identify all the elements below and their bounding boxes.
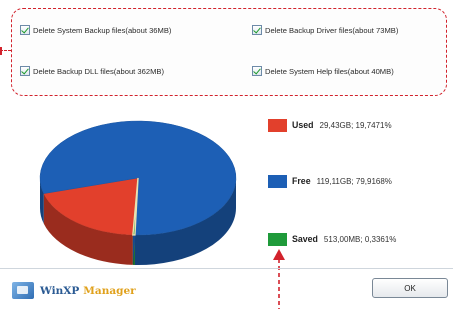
checkbox-checked-icon[interactable] (20, 66, 30, 76)
app-logo-icon (12, 282, 34, 299)
legend-swatch-used (268, 118, 287, 132)
legend-value: 119,11GB; 79,9168% (316, 176, 392, 186)
option-delete-system-help[interactable]: Delete System Help files(about 40MB) (252, 64, 394, 78)
legend-value: 29,43GB; 19,7471% (319, 120, 392, 130)
legend-item-saved: Saved 513,00MB; 0,3361% (268, 232, 396, 246)
legend-item-free: Free 119,11GB; 79,9168% (268, 174, 392, 188)
disk-usage-pie-chart (39, 120, 237, 265)
legend-name: Used (292, 120, 314, 130)
legend-swatch-free (268, 174, 287, 188)
option-label: Delete System Backup files(about 36MB) (33, 25, 172, 35)
legend-value: 513,00MB; 0,3361% (323, 234, 397, 244)
option-delete-backup-dll[interactable]: Delete Backup DLL files(about 362MB) (20, 64, 164, 78)
option-label: Delete Backup DLL files(about 362MB) (33, 66, 164, 76)
option-delete-system-backup[interactable]: Delete System Backup files(about 36MB) (20, 23, 171, 37)
winxp-manager-logo: WinXP Manager (12, 282, 136, 299)
cleanup-options-panel: Delete System Backup files(about 36MB) D… (11, 8, 447, 96)
option-label: Delete System Help files(about 40MB) (265, 66, 394, 76)
legend-name: Free (292, 176, 311, 186)
winxp-manager-window: Delete System Backup files(about 36MB) D… (0, 0, 453, 309)
checkbox-checked-icon[interactable] (252, 25, 262, 35)
legend-item-used: Used 29,43GB; 19,7471% (268, 118, 392, 132)
logo-brand-text: WinXP (40, 284, 80, 297)
checkbox-checked-icon[interactable] (252, 66, 262, 76)
legend-swatch-saved (268, 232, 287, 246)
option-delete-backup-driver[interactable]: Delete Backup Driver files(about 73MB) (252, 23, 398, 37)
annotation-arrow (273, 249, 285, 309)
checkbox-checked-icon[interactable] (20, 25, 30, 35)
option-label: Delete Backup Driver files(about 73MB) (265, 25, 399, 35)
footer-divider (0, 268, 453, 269)
legend-name: Saved (292, 234, 318, 244)
annotation-marker (0, 47, 11, 55)
ok-button[interactable]: OK (372, 278, 448, 298)
logo-suffix-text: Manager (83, 284, 136, 297)
